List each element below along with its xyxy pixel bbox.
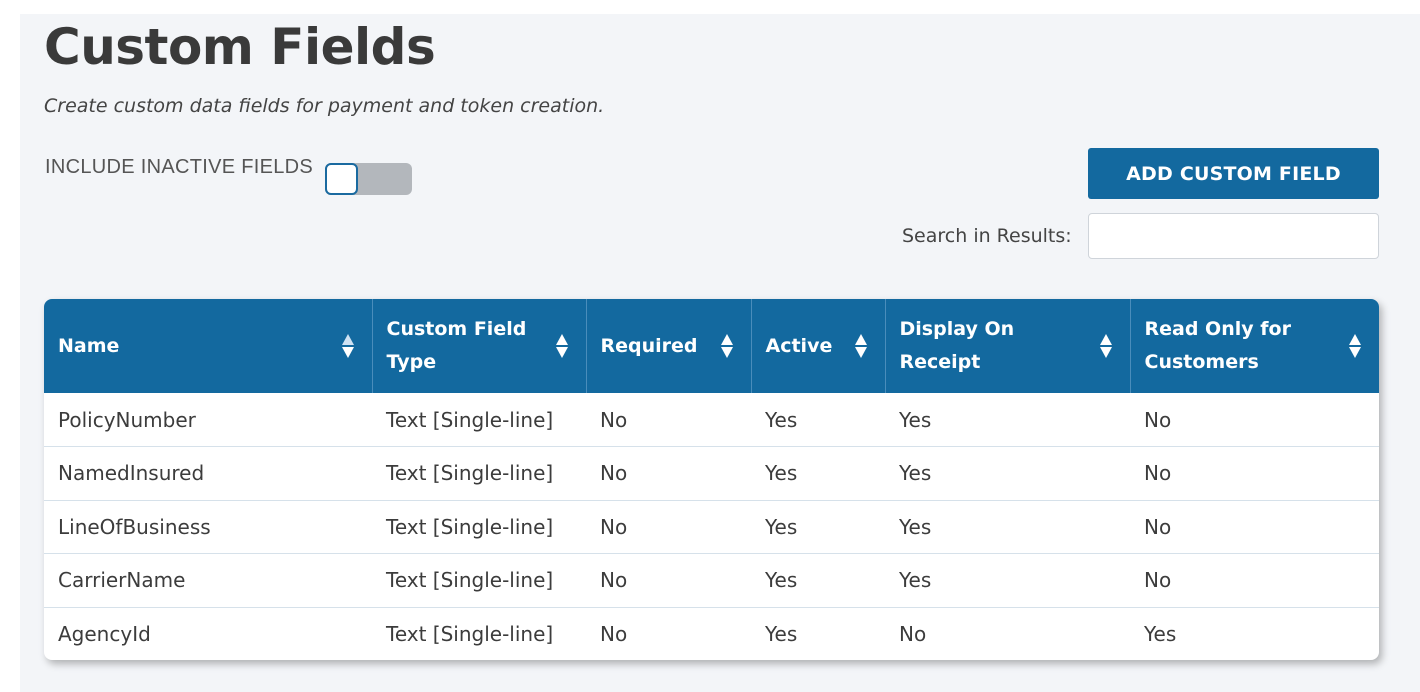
sort-icon[interactable] [1349,334,1361,358]
add-custom-field-button[interactable]: ADD CUSTOM FIELD [1088,148,1379,199]
table-header-row: Name Custom Field Type Required Active D… [44,299,1379,393]
cell-read-only: Yes [1144,622,1177,646]
cell-type: Text [Single-line] [386,461,554,486]
column-header-label: Custom Field Type [386,318,527,373]
search-label: Search in Results: [902,225,1072,247]
cell-active: Yes [765,568,798,593]
cell-display-on-receipt: Yes [899,514,932,539]
cell-read-only: No [1144,461,1172,486]
cell-active: Yes [765,461,798,486]
table-row[interactable]: NamedInsured Text [Single-line] No Yes Y… [44,447,1379,500]
search-input[interactable] [1088,213,1379,259]
cell-read-only: No [1144,407,1172,432]
column-header-read-only-for-customers[interactable]: Read Only for Customers [1130,299,1379,393]
cell-display-on-receipt: No [899,622,927,646]
custom-fields-table: Name Custom Field Type Required Active D… [44,299,1379,660]
sort-icon[interactable] [555,334,568,358]
include-inactive-toggle[interactable] [325,163,412,195]
sort-icon[interactable] [854,334,867,358]
cell-type: Text [Single-line] [386,568,554,593]
include-inactive-label: INCLUDE INACTIVE FIELDS [45,156,314,178]
cell-required: No [600,568,628,593]
cell-read-only: No [1144,514,1172,539]
cell-required: No [600,622,628,646]
toggle-knob[interactable] [325,163,358,195]
cell-name: AgencyId [58,622,151,646]
cell-type: Text [Single-line] [386,622,554,646]
sort-icon[interactable] [1099,334,1112,358]
table-row[interactable]: AgencyId Text [Single-line] No Yes No Ye… [44,607,1379,660]
cell-name: NamedInsured [58,461,205,486]
cell-name: LineOfBusiness [58,514,211,539]
cell-name: PolicyNumber [58,407,196,432]
cell-type: Text [Single-line] [386,407,554,432]
cell-type: Text [Single-line] [386,514,554,539]
column-header-active[interactable]: Active [751,299,886,393]
sort-icon[interactable] [341,334,354,358]
column-header-required[interactable]: Required [586,299,752,393]
column-header-name[interactable]: Name [44,299,373,393]
cell-display-on-receipt: Yes [899,407,932,432]
cell-required: No [600,407,628,432]
column-header-label: Display On Receipt [899,318,1015,373]
cell-read-only: No [1144,568,1172,593]
column-header-label: Read Only for Customers [1144,318,1291,373]
column-header-label: Required [600,334,698,357]
cell-active: Yes [765,514,798,539]
sort-icon[interactable] [720,334,733,358]
column-header-label: Name [58,334,120,357]
cell-active: Yes [765,407,798,432]
page-title: Custom Fields [44,18,436,76]
cell-display-on-receipt: Yes [899,461,932,486]
cell-required: No [600,461,628,486]
cell-required: No [600,514,628,539]
table-row[interactable]: LineOfBusiness Text [Single-line] No Yes… [44,500,1379,554]
page-subtitle: Create custom data fields for payment an… [44,95,605,117]
column-header-custom-field-type[interactable]: Custom Field Type [372,299,587,393]
column-header-display-on-receipt[interactable]: Display On Receipt [885,299,1131,393]
table-row[interactable]: PolicyNumber Text [Single-line] No Yes Y… [44,393,1379,447]
table-row[interactable]: CarrierName Text [Single-line] No Yes Ye… [44,554,1379,607]
cell-name: CarrierName [58,568,186,593]
cell-active: Yes [765,622,798,646]
cell-display-on-receipt: Yes [899,568,932,593]
